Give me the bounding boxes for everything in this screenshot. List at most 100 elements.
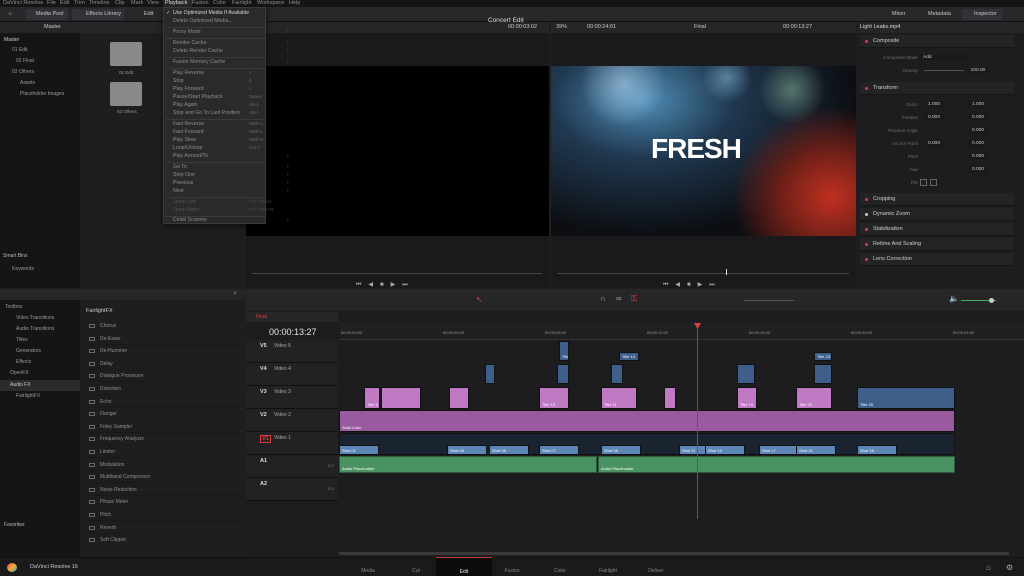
track-header-v5[interactable]: V5 Video 5 xyxy=(246,340,338,363)
effect-item[interactable]: De-Hummer xyxy=(84,345,242,358)
source-transport-controls[interactable]: ⏮◀■▶⏭ xyxy=(356,281,415,289)
bin-01-edit[interactable]: 01 Edit xyxy=(12,47,28,53)
menu-view[interactable]: View xyxy=(147,0,159,7)
video-clip[interactable]: Shot 08 xyxy=(601,445,641,455)
effect-item[interactable]: Pitch xyxy=(84,509,242,521)
composite-mode-select[interactable]: Add xyxy=(920,54,970,61)
viewer-timeline-name[interactable]: Final xyxy=(694,24,706,30)
title-clip[interactable]: Title 5 xyxy=(364,387,380,409)
category-generators[interactable]: Generators xyxy=(16,348,41,354)
menu-item[interactable]: Jump Right xyxy=(173,207,199,213)
title-clip[interactable] xyxy=(737,364,755,384)
menu-clip[interactable]: Clip xyxy=(115,0,124,7)
folder-icon[interactable] xyxy=(110,42,142,66)
effect-item[interactable]: Multiband Compressor xyxy=(84,471,242,484)
zoom-y-field[interactable]: 1.000 xyxy=(968,101,988,108)
position-y-field[interactable]: 0.000 xyxy=(968,114,988,121)
audio-clip[interactable]: Audio Placeholder xyxy=(598,456,955,473)
title-clip[interactable]: Title 13 xyxy=(619,352,639,361)
menu-item[interactable]: Play Forward xyxy=(173,86,204,92)
track-header-v4[interactable]: V4 Video 4 xyxy=(246,363,338,386)
anchor-y-field[interactable]: 0.000 xyxy=(968,140,988,147)
effect-item[interactable]: Echo xyxy=(84,396,242,408)
menu-fusion[interactable]: Fusion xyxy=(192,0,209,7)
speaker-icon[interactable]: 🔈 xyxy=(949,294,959,303)
mixer-button[interactable]: Mixer xyxy=(880,9,910,20)
menu-item[interactable]: Step One xyxy=(173,172,195,178)
title-clip[interactable] xyxy=(814,364,832,384)
title-clip[interactable] xyxy=(557,364,569,384)
menu-item[interactable]: Fusion Memory Cache xyxy=(173,59,225,65)
zoom-slider[interactable] xyxy=(744,300,794,301)
cropping-section[interactable]: Cropping xyxy=(860,193,1014,206)
title-clip[interactable]: Title 12 xyxy=(559,341,569,361)
menu-item[interactable]: Delete Render Cache xyxy=(173,48,223,54)
source-scrubber[interactable] xyxy=(252,273,542,274)
enable-dot[interactable] xyxy=(865,40,868,43)
title-clip[interactable] xyxy=(611,364,623,384)
effect-item[interactable]: Distortion xyxy=(84,383,242,395)
menu-app[interactable]: DaVinci Resolve xyxy=(3,0,43,7)
zoom-x-field[interactable]: 1.000 xyxy=(924,101,944,108)
effect-item[interactable]: Foley Sampler xyxy=(84,421,242,433)
title-clip[interactable]: Title 23 xyxy=(814,352,832,361)
title-clip[interactable] xyxy=(485,364,495,384)
video-clip[interactable]: Shot 01 xyxy=(339,445,379,455)
effect-item[interactable]: Flanger xyxy=(84,408,242,421)
bin-assets[interactable]: Assets xyxy=(20,80,35,86)
effect-item[interactable]: Dialogue Processor xyxy=(84,370,242,383)
category-audio-transitions[interactable]: Audio Transitions xyxy=(16,326,54,332)
menu-timeline[interactable]: Timeline xyxy=(89,0,110,7)
viewer-zoom[interactable]: 39% xyxy=(556,24,567,30)
menu-item[interactable]: Render Cache xyxy=(173,40,206,46)
title-clip[interactable]: Title 11 xyxy=(601,387,637,409)
title-clip[interactable]: Title 10 xyxy=(539,387,569,409)
edit-index-button[interactable]: Edit Inde xyxy=(132,9,162,28)
effect-item[interactable]: Reverb xyxy=(84,522,242,534)
menu-fairlight[interactable]: Fairlight xyxy=(232,0,252,7)
video-clip[interactable]: Shot 13 xyxy=(705,445,745,455)
bin-03-others[interactable]: 03 Others xyxy=(12,69,34,75)
anchor-x-field[interactable]: 0.000 xyxy=(924,140,944,147)
inspector-button[interactable]: Inspector xyxy=(962,9,1002,20)
timeline-video-frame[interactable]: FRESH xyxy=(551,66,856,236)
menu-item[interactable]: Play Again xyxy=(173,102,198,108)
smart-bin-keywords[interactable]: Keywords xyxy=(12,266,34,272)
effect-item[interactable]: Soft Clipper xyxy=(84,534,242,547)
menu-color[interactable]: Color xyxy=(213,0,226,7)
effect-item[interactable]: Chorus xyxy=(84,320,242,332)
menu-file[interactable]: File xyxy=(47,0,56,7)
selection-tool-icon[interactable]: ↖ xyxy=(476,295,483,304)
effect-item[interactable]: Modulation xyxy=(84,459,242,471)
menu-item[interactable]: Cintel Scanner xyxy=(173,217,207,223)
enable-dot[interactable] xyxy=(865,258,868,261)
page-tab-deliver[interactable]: Deliver xyxy=(628,557,684,576)
composite-section[interactable]: Composite xyxy=(860,35,1014,48)
video-clip[interactable]: Shot 17 xyxy=(759,445,799,455)
dynamic-zoom-section[interactable]: Dynamic Zoom xyxy=(860,208,1014,221)
pitch-field[interactable]: 0.000 xyxy=(968,153,988,160)
timeline-scrollbar[interactable] xyxy=(339,552,1009,555)
solid-color-clip[interactable]: Solid Color xyxy=(339,410,955,432)
menu-item[interactable]: Fast Forward xyxy=(173,129,204,135)
effects-library-button[interactable]: Effects Library xyxy=(72,9,124,20)
menu-item[interactable]: Jump Left xyxy=(173,199,196,205)
title-clip[interactable] xyxy=(664,387,676,409)
menu-mark[interactable]: Mark xyxy=(131,0,143,7)
track-header-a1[interactable]: A1 2.0 xyxy=(246,455,338,478)
video-clip[interactable]: Shot 06 xyxy=(489,445,529,455)
menu-playback[interactable]: Playback xyxy=(163,0,192,7)
bin-placeholder-images[interactable]: Placeholder Images xyxy=(20,91,64,97)
category-toolbox[interactable]: Toolbox xyxy=(5,304,22,310)
enable-dot[interactable] xyxy=(865,87,868,90)
scrubber-playhead[interactable] xyxy=(726,269,727,275)
menu-edit[interactable]: Edit xyxy=(60,0,69,7)
video-clip[interactable]: Shot 05 xyxy=(447,445,487,455)
media-pool-button[interactable]: Media Pool xyxy=(26,9,68,20)
retime-section[interactable]: Retime And Scaling xyxy=(860,238,1014,251)
menu-item[interactable]: Play Slow xyxy=(173,137,196,143)
category-video-transitions[interactable]: Video Transitions xyxy=(16,315,54,321)
category-effects[interactable]: Effects xyxy=(16,359,31,365)
workspace-icon[interactable]: ⌂ xyxy=(4,9,16,20)
category-titles[interactable]: Titles xyxy=(16,337,28,343)
